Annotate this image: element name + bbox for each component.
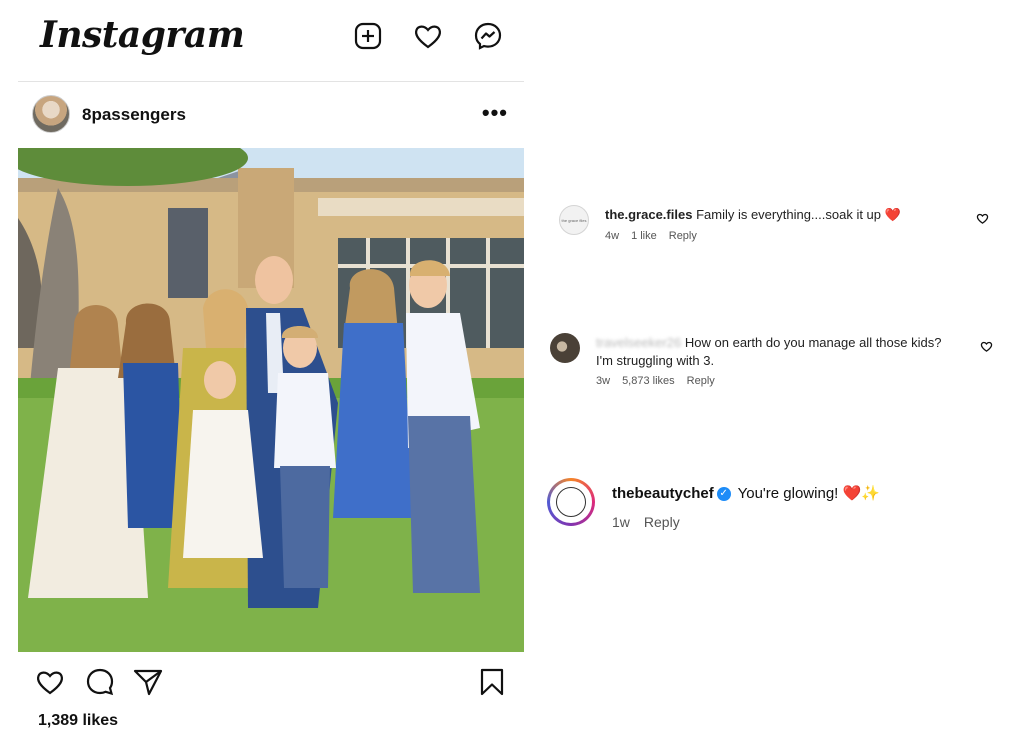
reply-button[interactable]: Reply (644, 514, 680, 530)
comment-meta: 4w 1 like Reply (605, 230, 697, 242)
avatar-inner (550, 481, 592, 523)
comment-meta: 1w Reply (612, 514, 680, 530)
comment-meta: 3w 5,873 likes Reply (596, 375, 715, 387)
post-username[interactable]: 8passengers (82, 105, 186, 125)
comment-item: travelseeker26 How on earth do you manag… (548, 330, 1000, 390)
reply-button[interactable]: Reply (687, 375, 715, 387)
comment-text: How on earth do you manage all those kid… (684, 335, 942, 350)
comment-username[interactable]: thebeautychef (612, 485, 714, 502)
comment-like-icon[interactable] (976, 212, 989, 230)
comment-like-icon[interactable] (980, 340, 993, 358)
comment-likes[interactable]: 1 like (631, 230, 657, 242)
comment-username[interactable]: the.grace.files (605, 207, 692, 222)
comment-age: 3w (596, 375, 611, 387)
verified-badge-icon: ✓ (716, 487, 731, 502)
comment-body: thebeautychef ✓ You're glowing! ❤️✨ (612, 484, 880, 504)
comment-bubble-icon[interactable] (84, 666, 116, 698)
comment-body: the.grace.files Family is everything....… (605, 206, 901, 224)
comment-username-blurred[interactable]: travelseeker26 (596, 335, 681, 350)
comment-text: Family is everything....soak it up (696, 207, 882, 222)
red-heart-emoji: ❤️ (884, 207, 901, 222)
comment-item: thebeautychef ✓ You're glowing! ❤️✨ 1w Re… (546, 476, 986, 536)
commenter-avatar[interactable] (547, 478, 595, 526)
save-bookmark-icon[interactable] (476, 666, 508, 698)
avatar[interactable] (32, 95, 70, 133)
new-post-icon[interactable] (352, 20, 384, 52)
top-bar: Instagram (18, 0, 524, 82)
brand-logo-icon (556, 487, 586, 517)
comment-item: the grace files the.grace.files Family i… (556, 200, 996, 248)
likes-count[interactable]: 1,389 likes (38, 712, 118, 730)
comment-text: You're glowing! (737, 485, 839, 502)
share-send-icon[interactable] (132, 666, 164, 698)
instagram-logo[interactable]: Instagram (40, 14, 245, 56)
reply-button[interactable]: Reply (669, 230, 697, 242)
commenter-avatar[interactable]: the grace files (559, 205, 589, 235)
messenger-icon[interactable] (472, 20, 504, 52)
comment-age: 1w (612, 514, 630, 530)
like-heart-icon[interactable] (34, 666, 66, 698)
more-options-icon[interactable]: ••• (482, 100, 508, 126)
commenter-avatar[interactable] (550, 333, 580, 363)
post-actions (18, 664, 524, 700)
post-photo[interactable] (18, 148, 524, 652)
comment-likes[interactable]: 5,873 likes (622, 375, 675, 387)
heart-sparkle-emoji: ❤️✨ (842, 485, 880, 502)
top-icons (352, 20, 504, 52)
heart-notifications-icon[interactable] (412, 20, 444, 52)
post-column: Instagram 8passengers ••• 1,389 likes (18, 0, 524, 736)
post-header: 8passengers ••• (18, 92, 524, 138)
comment-body: travelseeker26 How on earth do you manag… (596, 334, 941, 370)
comment-age: 4w (605, 230, 620, 242)
comment-text-line2: I'm struggling with 3. (596, 353, 715, 368)
